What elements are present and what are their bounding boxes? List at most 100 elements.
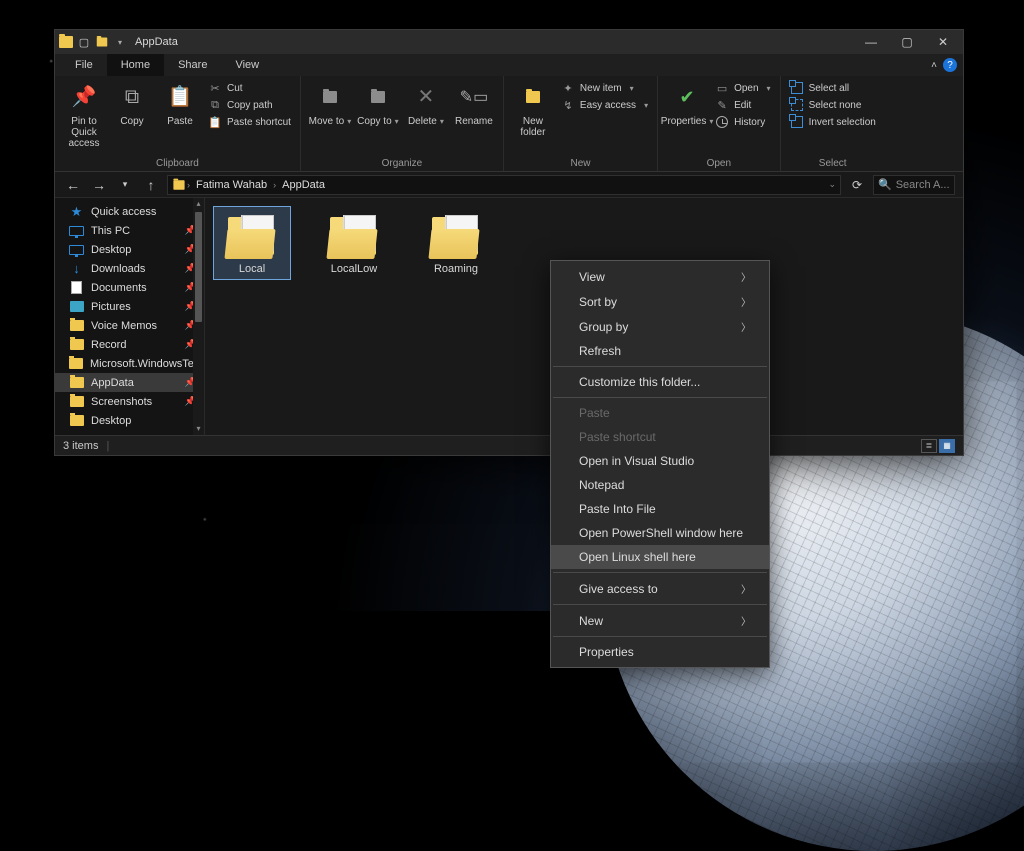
- ctx-properties[interactable]: Properties: [551, 640, 769, 664]
- breadcrumb[interactable]: › Fatima Wahab › AppData ⌄: [167, 175, 841, 195]
- chevron-right-icon: 〉: [741, 319, 751, 334]
- ctx-sort-by[interactable]: Sort by 〉: [551, 289, 769, 314]
- ctx-customize-this-folder[interactable]: Customize this folder...: [551, 370, 769, 394]
- select-none-button[interactable]: Select none: [787, 97, 879, 113]
- tab-share[interactable]: Share: [164, 54, 221, 76]
- sidebar-item-this-pc[interactable]: This PC 📌: [55, 221, 204, 240]
- nav-recent-button[interactable]: ▾: [115, 175, 135, 195]
- sidebar-item-pictures[interactable]: Pictures 📌: [55, 297, 204, 316]
- nav-back-button[interactable]: ←: [63, 175, 83, 195]
- tab-view[interactable]: View: [221, 54, 273, 76]
- view-icons-button[interactable]: ▦: [939, 439, 955, 453]
- open-button[interactable]: ▭Open▾: [712, 80, 773, 96]
- copy-path-button[interactable]: ⧉Copy path: [205, 97, 294, 113]
- ctx-notepad[interactable]: Notepad: [551, 473, 769, 497]
- sidebar-item-screenshots[interactable]: Screenshots 📌: [55, 392, 204, 411]
- nav-forward-button[interactable]: →: [89, 175, 109, 195]
- ctx-give-access-to[interactable]: Give access to 〉: [551, 576, 769, 601]
- edit-button[interactable]: ✎Edit: [712, 97, 773, 113]
- sidebar-item-desktop[interactable]: Desktop: [55, 411, 204, 430]
- sidebar-item-desktop[interactable]: Desktop 📌: [55, 240, 204, 259]
- cut-button[interactable]: ✂Cut: [205, 80, 294, 96]
- properties-button[interactable]: ✔ Properties▾: [664, 78, 710, 127]
- history-button[interactable]: History: [712, 114, 773, 130]
- paste-button[interactable]: 📋 Paste: [157, 78, 203, 127]
- new-folder-button[interactable]: New folder: [510, 78, 556, 138]
- folder-roaming[interactable]: Roaming: [417, 206, 495, 280]
- ctx-paste-shortcut: Paste shortcut: [551, 425, 769, 449]
- chevron-right-icon: 〉: [741, 581, 751, 596]
- search-input[interactable]: 🔍 Search A...: [873, 175, 955, 195]
- breadcrumb-folder-icon: [173, 180, 184, 190]
- folder-locallow[interactable]: LocalLow: [315, 206, 393, 280]
- minimize-button[interactable]: —: [853, 30, 889, 54]
- sidebar-item-voice-memos[interactable]: Voice Memos 📌: [55, 316, 204, 335]
- ctx-open-powershell-window-here[interactable]: Open PowerShell window here: [551, 521, 769, 545]
- refresh-button[interactable]: ⟳: [847, 175, 867, 195]
- new-item-button[interactable]: ✦New item▾: [558, 80, 651, 96]
- ribbon-group-new: New folder ✦New item▾ ↯Easy access▾ New: [504, 76, 658, 171]
- qat-dropdown-icon[interactable]: ▾: [111, 33, 129, 51]
- qat-newfolder-icon[interactable]: [93, 33, 111, 51]
- close-button[interactable]: ✕: [925, 30, 961, 54]
- ctx-refresh[interactable]: Refresh: [551, 339, 769, 363]
- rename-button[interactable]: ✎▭ Rename: [451, 78, 497, 127]
- view-details-button[interactable]: ≣: [921, 439, 937, 453]
- sidebar-item-label: Record: [91, 339, 126, 351]
- folder-local[interactable]: Local: [213, 206, 291, 280]
- pin-icon: 📌: [72, 80, 97, 114]
- breadcrumb-dropdown-icon[interactable]: ⌄: [828, 179, 836, 190]
- ctx-open-linux-shell-here[interactable]: Open Linux shell here: [551, 545, 769, 569]
- maximize-button[interactable]: ▢: [889, 30, 925, 54]
- help-icon[interactable]: ?: [943, 58, 957, 72]
- delete-button[interactable]: ✕ Delete▾: [403, 78, 449, 127]
- chevron-right-icon: 〉: [741, 269, 751, 284]
- context-menu-separator: [553, 572, 767, 573]
- scroll-down-icon[interactable]: ▾: [193, 423, 204, 435]
- scrollbar-thumb[interactable]: [195, 212, 202, 322]
- qat-properties-icon[interactable]: ▢: [75, 33, 93, 51]
- chevron-down-icon: ▾: [395, 117, 399, 126]
- nav-up-button[interactable]: ↑: [141, 175, 161, 195]
- breadcrumb-segment[interactable]: AppData: [277, 179, 330, 191]
- rename-icon: ✎▭: [460, 80, 489, 114]
- pin-quick-access-button[interactable]: 📌 Pin to Quick access: [61, 78, 107, 149]
- sidebar-item-quick-access[interactable]: ★ Quick access: [55, 202, 204, 221]
- ctx-item-label: Refresh: [579, 344, 621, 358]
- move-to-button[interactable]: Move to▾: [307, 78, 353, 127]
- ctx-new[interactable]: New 〉: [551, 608, 769, 633]
- copy-to-button[interactable]: Copy to▾: [355, 78, 401, 127]
- tab-home[interactable]: Home: [107, 54, 164, 76]
- collapse-ribbon-icon[interactable]: ˄: [931, 60, 937, 71]
- easy-access-button[interactable]: ↯Easy access▾: [558, 97, 651, 113]
- group-label-open: Open: [664, 156, 773, 171]
- invert-selection-button[interactable]: Invert selection: [787, 114, 879, 130]
- sidebar-scrollbar[interactable]: ▴ ▾: [193, 198, 204, 435]
- ctx-item-label: Customize this folder...: [579, 375, 700, 389]
- folder-icon: [69, 338, 84, 351]
- context-menu-separator: [553, 636, 767, 637]
- sidebar-item-downloads[interactable]: ↓ Downloads 📌: [55, 259, 204, 278]
- folder-label: Local: [239, 263, 265, 275]
- sidebar-item-appdata[interactable]: AppData 📌: [55, 373, 204, 392]
- ctx-group-by[interactable]: Group by 〉: [551, 314, 769, 339]
- ctx-paste-into-file[interactable]: Paste Into File: [551, 497, 769, 521]
- new-item-icon: ✦: [561, 81, 575, 95]
- folder-icon: [326, 211, 382, 259]
- window-title: AppData: [135, 36, 853, 48]
- scroll-up-icon[interactable]: ▴: [193, 198, 204, 210]
- select-all-button[interactable]: Select all: [787, 80, 879, 96]
- paste-shortcut-button[interactable]: 📋Paste shortcut: [205, 114, 294, 130]
- sidebar-item-documents[interactable]: Documents 📌: [55, 278, 204, 297]
- sidebar-item-record[interactable]: Record 📌: [55, 335, 204, 354]
- ctx-view[interactable]: View 〉: [551, 264, 769, 289]
- ctx-open-in-visual-studio[interactable]: Open in Visual Studio: [551, 449, 769, 473]
- copy-button[interactable]: ⧉ Copy: [109, 78, 155, 127]
- breadcrumb-segment[interactable]: Fatima Wahab: [191, 179, 272, 191]
- titlebar: ▢ ▾ AppData — ▢ ✕: [55, 30, 963, 54]
- sidebar-item-microsoft-windowste[interactable]: Microsoft.WindowsTe 📌: [55, 354, 204, 373]
- tab-file[interactable]: File: [61, 54, 107, 76]
- ctx-item-label: Paste shortcut: [579, 430, 656, 444]
- group-label-organize: Organize: [307, 156, 497, 171]
- folder-icon: [69, 357, 83, 370]
